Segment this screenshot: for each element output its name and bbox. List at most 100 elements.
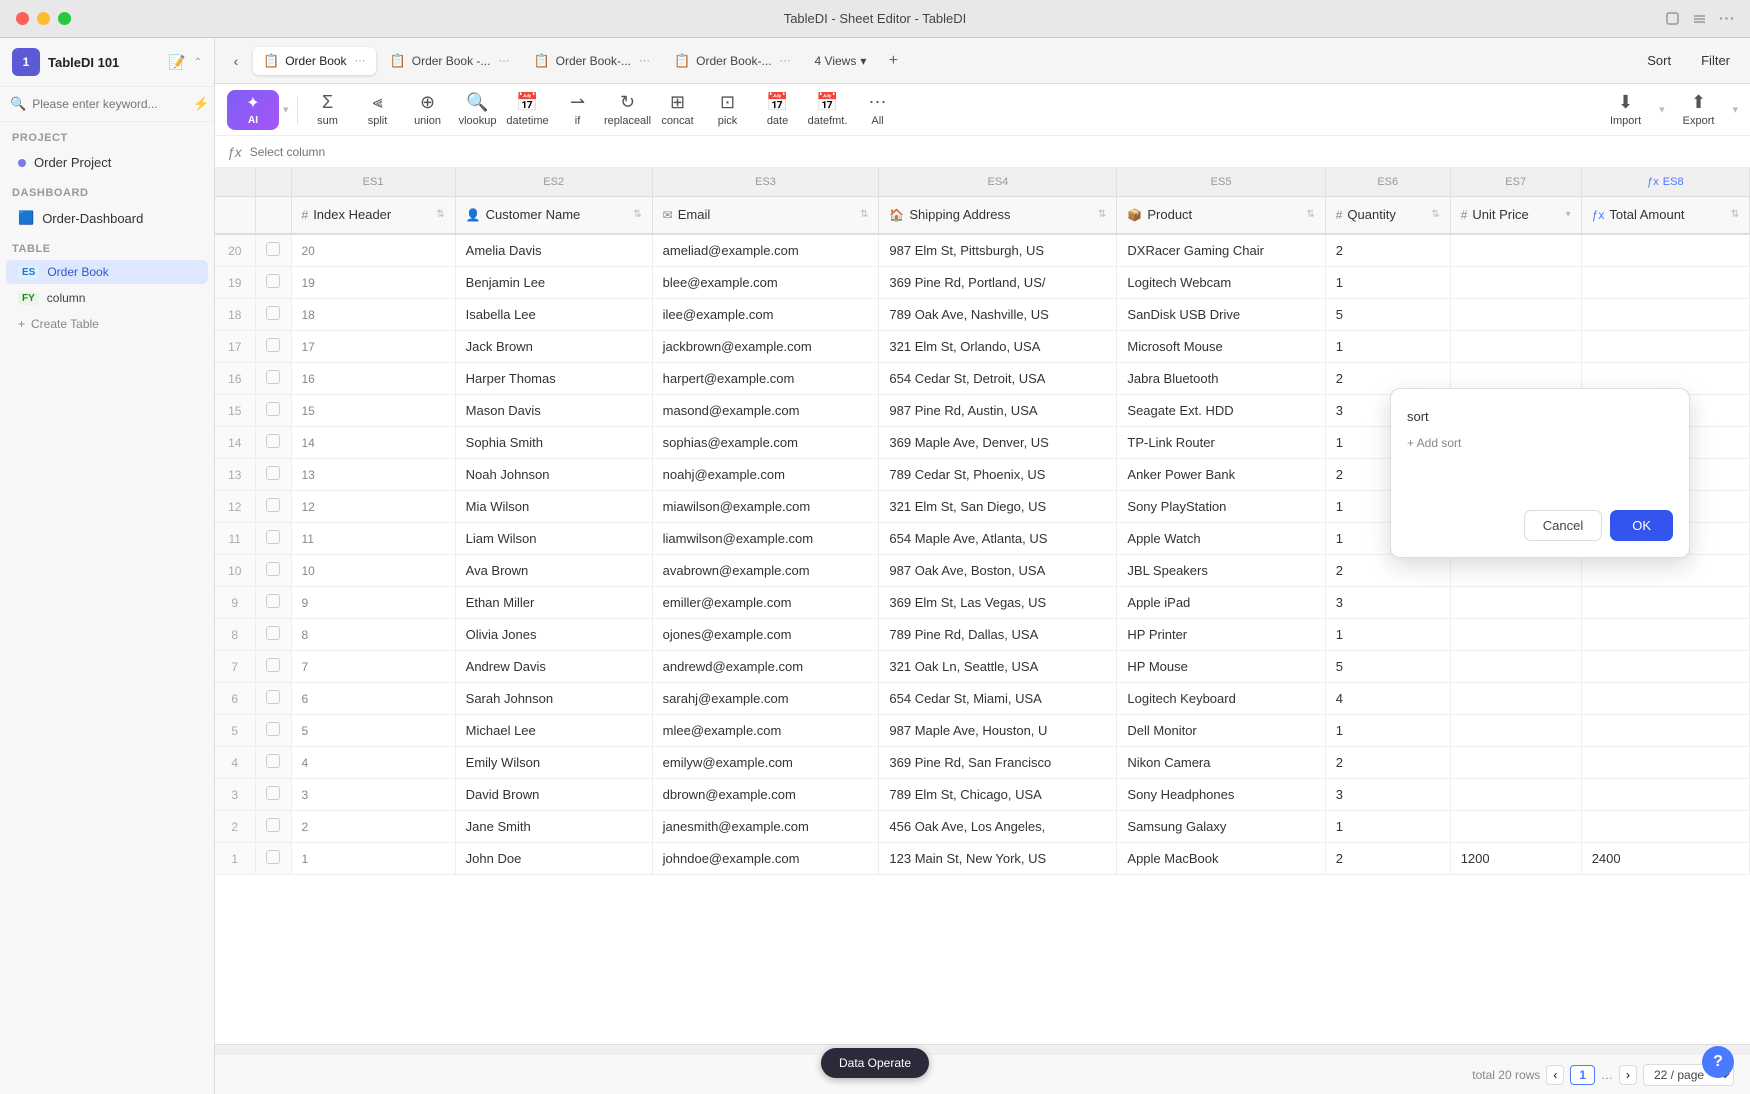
cancel-button[interactable]: Cancel: [1524, 510, 1602, 541]
quantity-cell[interactable]: 2: [1325, 843, 1450, 875]
row-checkbox-cell[interactable]: [255, 619, 291, 651]
row-checkbox-cell[interactable]: [255, 779, 291, 811]
row-checkbox-cell[interactable]: [255, 651, 291, 683]
unitprice-cell[interactable]: [1450, 331, 1581, 363]
filter-button[interactable]: Filter: [1689, 48, 1742, 73]
total-cell[interactable]: 2400: [1581, 843, 1749, 875]
minimize-btn[interactable]: [37, 12, 50, 25]
customer-cell[interactable]: Mia Wilson: [455, 491, 652, 523]
checkbox-icon[interactable]: [266, 498, 280, 512]
date-button[interactable]: 📅 date: [754, 90, 802, 130]
email-cell[interactable]: dbrown@example.com: [652, 779, 879, 811]
product-sort-icon[interactable]: ⇅: [1306, 209, 1314, 220]
product-cell[interactable]: Samsung Galaxy: [1117, 811, 1325, 843]
index-cell[interactable]: 4: [291, 747, 455, 779]
email-cell[interactable]: ojones@example.com: [652, 619, 879, 651]
index-cell[interactable]: 15: [291, 395, 455, 427]
product-cell[interactable]: DXRacer Gaming Chair: [1117, 234, 1325, 267]
email-cell[interactable]: harpert@example.com: [652, 363, 879, 395]
product-cell[interactable]: HP Mouse: [1117, 651, 1325, 683]
email-cell[interactable]: johndoe@example.com: [652, 843, 879, 875]
total-cell[interactable]: [1581, 234, 1749, 267]
row-checkbox-cell[interactable]: [255, 715, 291, 747]
col-unitprice[interactable]: # Unit Price ▾: [1450, 196, 1581, 234]
customer-cell[interactable]: Sarah Johnson: [455, 683, 652, 715]
replaceall-button[interactable]: ↻ replaceall: [604, 90, 652, 130]
address-cell[interactable]: 654 Maple Ave, Atlanta, US: [879, 523, 1117, 555]
email-cell[interactable]: janesmith@example.com: [652, 811, 879, 843]
product-cell[interactable]: HP Printer: [1117, 619, 1325, 651]
total-cell[interactable]: [1581, 715, 1749, 747]
checkbox-icon[interactable]: [266, 786, 280, 800]
quantity-cell[interactable]: 2: [1325, 234, 1450, 267]
unitprice-cell[interactable]: [1450, 651, 1581, 683]
address-cell[interactable]: 789 Elm St, Chicago, USA: [879, 779, 1117, 811]
customer-cell[interactable]: David Brown: [455, 779, 652, 811]
quantity-cell[interactable]: 5: [1325, 651, 1450, 683]
row-checkbox-cell[interactable]: [255, 747, 291, 779]
customer-cell[interactable]: Ava Brown: [455, 555, 652, 587]
checkbox-icon[interactable]: [266, 594, 280, 608]
address-sort-icon[interactable]: ⇅: [1098, 209, 1106, 220]
filter-icon[interactable]: ⚡: [193, 96, 209, 112]
customer-cell[interactable]: Noah Johnson: [455, 459, 652, 491]
product-cell[interactable]: Seagate Ext. HDD: [1117, 395, 1325, 427]
email-cell[interactable]: andrewd@example.com: [652, 651, 879, 683]
address-cell[interactable]: 321 Elm St, Orlando, USA: [879, 331, 1117, 363]
col-email[interactable]: ✉ Email ⇅: [652, 196, 879, 234]
product-cell[interactable]: TP-Link Router: [1117, 427, 1325, 459]
row-checkbox-cell[interactable]: [255, 523, 291, 555]
quantity-sort-icon[interactable]: ⇅: [1431, 209, 1439, 220]
quantity-cell[interactable]: 2: [1325, 747, 1450, 779]
total-cell[interactable]: [1581, 587, 1749, 619]
quantity-cell[interactable]: 3: [1325, 587, 1450, 619]
unitprice-cell[interactable]: [1450, 555, 1581, 587]
index-cell[interactable]: 14: [291, 427, 455, 459]
col-index[interactable]: # Index Header ⇅: [291, 196, 455, 234]
tab-order-book-3[interactable]: 📋 Order Book-... ⋯: [523, 47, 660, 75]
page-next-button[interactable]: ›: [1619, 1065, 1637, 1085]
email-cell[interactable]: sarahj@example.com: [652, 683, 879, 715]
address-cell[interactable]: 321 Oak Ln, Seattle, USA: [879, 651, 1117, 683]
row-checkbox-cell[interactable]: [255, 811, 291, 843]
index-sort-icon[interactable]: ⇅: [436, 209, 444, 220]
total-cell[interactable]: [1581, 651, 1749, 683]
checkbox-icon[interactable]: [266, 370, 280, 384]
page-prev-button[interactable]: ‹: [1546, 1065, 1564, 1085]
index-cell[interactable]: 11: [291, 523, 455, 555]
tab-back-button[interactable]: ‹: [223, 48, 249, 74]
row-checkbox-cell[interactable]: [255, 331, 291, 363]
customer-cell[interactable]: Liam Wilson: [455, 523, 652, 555]
col-address[interactable]: 🏠 Shipping Address ⇅: [879, 196, 1117, 234]
maximize-btn[interactable]: [58, 12, 71, 25]
unitprice-cell[interactable]: 1200: [1450, 843, 1581, 875]
split-button[interactable]: ⫷ split: [354, 90, 402, 130]
sidebar-item-project[interactable]: Order Project: [6, 149, 208, 176]
sort-button[interactable]: Sort: [1635, 48, 1683, 73]
address-cell[interactable]: 369 Pine Rd, San Francisco: [879, 747, 1117, 779]
if-button[interactable]: ⇀ if: [554, 90, 602, 130]
product-cell[interactable]: Dell Monitor: [1117, 715, 1325, 747]
customer-cell[interactable]: Ethan Miller: [455, 587, 652, 619]
address-cell[interactable]: 789 Oak Ave, Nashville, US: [879, 299, 1117, 331]
quantity-cell[interactable]: 4: [1325, 683, 1450, 715]
product-cell[interactable]: Apple Watch: [1117, 523, 1325, 555]
customer-cell[interactable]: John Doe: [455, 843, 652, 875]
checkbox-icon[interactable]: [266, 530, 280, 544]
index-cell[interactable]: 17: [291, 331, 455, 363]
address-cell[interactable]: 369 Elm St, Las Vegas, US: [879, 587, 1117, 619]
sheet-table-container[interactable]: ES1 ES2 ES3 ES4 ES5 ES6 ES7 ƒxES8: [215, 168, 1750, 1044]
ok-button[interactable]: OK: [1610, 510, 1673, 541]
quantity-cell[interactable]: 5: [1325, 299, 1450, 331]
checkbox-icon[interactable]: [266, 466, 280, 480]
email-cell[interactable]: blee@example.com: [652, 267, 879, 299]
product-cell[interactable]: Jabra Bluetooth: [1117, 363, 1325, 395]
datefmt-button[interactable]: 📅 datefmt.: [804, 90, 852, 130]
address-cell[interactable]: 789 Cedar St, Phoenix, US: [879, 459, 1117, 491]
row-checkbox-cell[interactable]: [255, 267, 291, 299]
sidebar-search-input[interactable]: [32, 97, 187, 111]
horizontal-scrollbar[interactable]: [215, 1044, 1750, 1054]
address-cell[interactable]: 789 Pine Rd, Dallas, USA: [879, 619, 1117, 651]
email-cell[interactable]: sophias@example.com: [652, 427, 879, 459]
address-cell[interactable]: 987 Elm St, Pittsburgh, US: [879, 234, 1117, 267]
